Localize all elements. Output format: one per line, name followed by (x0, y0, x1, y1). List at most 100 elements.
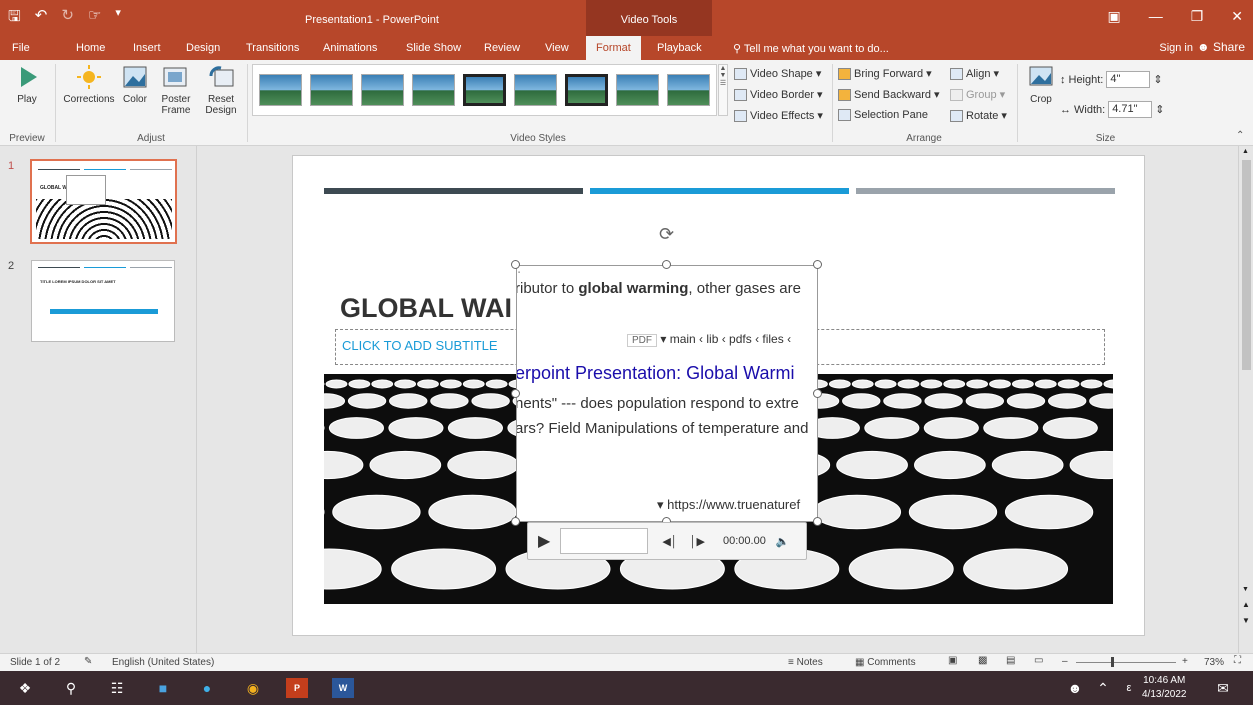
clock[interactable]: 10:46 AM 4/13/2022 (1142, 674, 1187, 702)
timeline-track[interactable] (560, 528, 649, 554)
height-input[interactable]: 4" (1106, 71, 1151, 88)
tab-slide-show[interactable]: Slide Show (406, 42, 461, 54)
resize-handle[interactable] (813, 389, 822, 398)
restore-icon[interactable]: ❐ (1191, 8, 1204, 25)
search-icon[interactable]: ⚲ (60, 678, 82, 698)
people-icon[interactable]: ☻ (1064, 678, 1086, 698)
ribbon-display-icon[interactable]: ▣ (1107, 8, 1120, 25)
video-style-thumb[interactable] (259, 74, 302, 106)
sign-in-link[interactable]: Sign in (1159, 42, 1193, 54)
bring-forward-button[interactable]: Bring Forward ▾ (838, 67, 932, 80)
video-styles-gallery[interactable] (252, 64, 717, 116)
gallery-scroll[interactable]: ▲ ▼ ☰ (718, 64, 728, 116)
color-button[interactable]: Color (118, 64, 152, 105)
tab-insert[interactable]: Insert (133, 42, 161, 54)
play-icon[interactable]: ▶ (538, 531, 550, 551)
video-effects-button[interactable]: Video Effects ▾ (734, 109, 823, 122)
notifications-icon[interactable]: ✉ (1212, 678, 1234, 698)
fit-slide-icon[interactable]: ⛶ (1234, 655, 1241, 666)
video-style-thumb[interactable] (462, 74, 506, 106)
slide-thumbnail-2[interactable]: TITLE LOREM IPSUM DOLOR SIT AMET (31, 260, 175, 342)
word-icon[interactable]: W (332, 678, 354, 698)
collapse-ribbon-icon[interactable]: ⌃ (1236, 130, 1244, 141)
video-border-button[interactable]: Video Border ▾ (734, 88, 823, 101)
width-input[interactable]: 4.71" (1108, 101, 1153, 118)
play-button[interactable]: Play (10, 64, 44, 105)
video-style-thumb[interactable] (309, 74, 353, 106)
next-slide-icon[interactable]: ▼ (1242, 616, 1250, 625)
minimize-icon[interactable]: — (1149, 8, 1163, 25)
resize-handle[interactable] (511, 260, 520, 269)
input-language[interactable]: ε (1118, 678, 1140, 698)
share-button[interactable]: ☻ Share (1197, 40, 1245, 54)
poster-frame-button[interactable]: Poster Frame (154, 64, 198, 116)
scroll-thumb[interactable] (1242, 160, 1251, 370)
language-indicator[interactable]: English (United States) (112, 657, 214, 668)
close-icon[interactable]: ✕ (1231, 8, 1243, 25)
tab-transitions[interactable]: Transitions (246, 42, 299, 54)
windows-start-icon[interactable]: ❖ (14, 678, 36, 698)
align-button[interactable]: Align ▾ (950, 67, 999, 80)
resize-handle[interactable] (813, 517, 822, 526)
resize-handle[interactable] (511, 517, 520, 526)
touch-mode-icon[interactable]: ☞ (88, 6, 101, 31)
task-view-icon[interactable]: ☷ (106, 678, 128, 698)
tab-playback[interactable]: Playback (657, 42, 702, 54)
resize-handle[interactable] (813, 260, 822, 269)
resize-handle[interactable] (662, 260, 671, 269)
slide-thumbnail-1[interactable]: GLOBAL WAI (30, 159, 177, 244)
comments-button[interactable]: ▦ Comments (855, 657, 916, 668)
zoom-slider-thumb[interactable] (1111, 657, 1114, 667)
video-style-thumb[interactable] (667, 74, 710, 106)
video-style-thumb[interactable] (616, 74, 659, 106)
powerpoint-icon[interactable]: P (286, 678, 308, 698)
video-style-thumb[interactable] (513, 74, 557, 106)
redo-icon[interactable]: ↻ (61, 6, 74, 31)
notes-button[interactable]: ≡ Notes (788, 657, 823, 668)
normal-view-icon[interactable]: ▣ (948, 655, 957, 666)
rotate-button[interactable]: Rotate ▾ (950, 109, 1007, 122)
video-shape-button[interactable]: Video Shape ▾ (734, 67, 821, 80)
reset-design-button[interactable]: Reset Design (198, 64, 244, 116)
reading-view-icon[interactable]: ▤ (1006, 655, 1015, 666)
step-back-icon[interactable]: ◀│ (662, 535, 677, 548)
crop-button[interactable]: Crop (1024, 64, 1058, 105)
file-explorer-icon[interactable]: ■ (152, 678, 174, 698)
video-style-thumb[interactable] (360, 74, 404, 106)
video-style-thumb[interactable] (564, 74, 609, 106)
scroll-down-icon[interactable]: ▼ (1242, 586, 1249, 593)
width-spinner[interactable]: ⇕ (1155, 103, 1164, 116)
corrections-button[interactable]: Corrections (60, 64, 118, 105)
height-spinner[interactable]: ⇕ (1153, 73, 1162, 86)
save-icon[interactable]: 🖫 (8, 6, 21, 31)
video-style-thumb[interactable] (411, 74, 455, 106)
step-forward-icon[interactable]: │▶ (690, 535, 705, 548)
slide-title[interactable]: GLOBAL WAI (340, 293, 512, 324)
send-backward-button[interactable]: Send Backward ▾ (838, 88, 940, 101)
tab-view[interactable]: View (545, 42, 569, 54)
zoom-level[interactable]: 73% (1204, 657, 1224, 668)
tab-file[interactable]: File (12, 42, 30, 54)
tray-chevron-icon[interactable]: ⌃ (1092, 678, 1114, 698)
slide-sorter-icon[interactable]: ▩ (978, 655, 987, 666)
tab-animations[interactable]: Animations (323, 42, 377, 54)
resize-handle[interactable] (511, 389, 520, 398)
edge-icon[interactable]: ● (196, 678, 218, 698)
undo-icon[interactable]: ↶ (35, 6, 48, 31)
zoom-in-icon[interactable]: + (1182, 656, 1188, 667)
group-button[interactable]: Group ▾ (950, 88, 1005, 101)
customize-icon[interactable]: ▾ (115, 6, 121, 31)
zoom-slider-track[interactable] (1076, 662, 1176, 663)
tab-design[interactable]: Design (186, 42, 220, 54)
tell-me-search[interactable]: ⚲ Tell me what you want to do... (733, 42, 889, 55)
rotate-handle-icon[interactable]: ⟳ (659, 224, 674, 245)
tab-review[interactable]: Review (484, 42, 520, 54)
slideshow-icon[interactable]: ▭ (1034, 655, 1043, 666)
prev-slide-icon[interactable]: ▲ (1242, 600, 1250, 609)
spellcheck-icon[interactable]: ✎ (84, 656, 92, 667)
volume-icon[interactable]: 🔈 (776, 535, 790, 548)
selection-pane-button[interactable]: Selection Pane (838, 109, 928, 121)
chrome-icon[interactable]: ◉ (242, 678, 264, 698)
video-frame[interactable]: . ributor to global warming, other gases… (516, 265, 818, 522)
scroll-up-icon[interactable]: ▲ (1242, 148, 1249, 155)
